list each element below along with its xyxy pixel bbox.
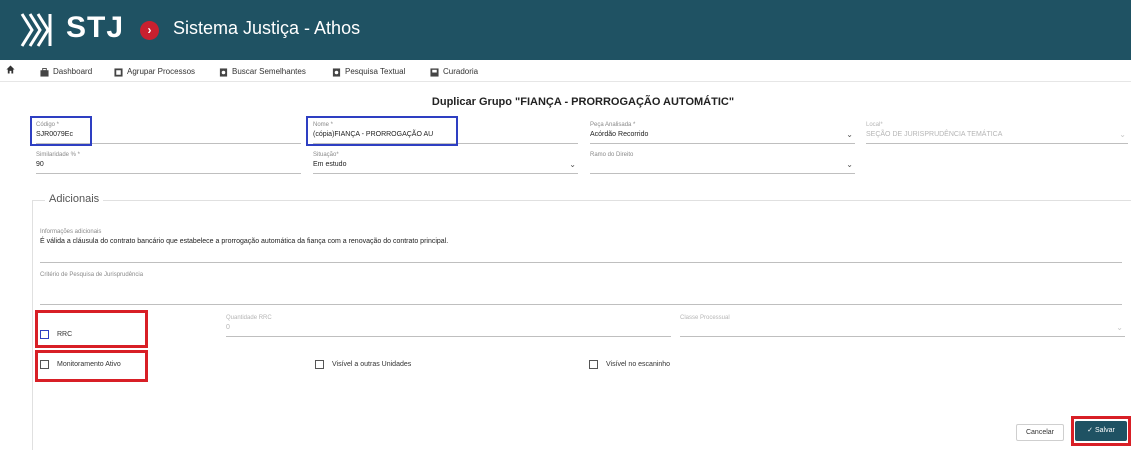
highlight-codigo <box>30 116 92 146</box>
chevron-down-icon: ⌄ <box>1116 323 1123 332</box>
criterio-pesquisa-field[interactable]: Critério de Pesquisa de Jurisprudência <box>40 272 1122 305</box>
document-search-icon <box>219 67 228 77</box>
logo-text: STJ <box>66 11 125 44</box>
check-icon: ✓ <box>1087 427 1094 434</box>
visivel-unidades-label: Visível a outras Unidades <box>332 361 412 368</box>
peca-label: Peça Analisada * <box>590 122 636 128</box>
informacoes-label: Informações adicionais <box>40 229 102 235</box>
nav-item-curadoria[interactable]: Curadoria <box>430 65 478 79</box>
nav-label: Curadoria <box>443 67 479 76</box>
visivel-escaninho-label: Visível no escaninho <box>606 361 671 368</box>
nav-item-agrupar-processos[interactable]: Agrupar Processos <box>114 65 195 79</box>
highlight-monitoramento <box>35 350 148 382</box>
chevron-down-icon: ⌄ <box>846 160 853 169</box>
informacoes-adicionais-field[interactable]: Informações adicionais É válida a cláusu… <box>40 229 1122 263</box>
nav-label: Buscar Semelhantes <box>232 67 306 76</box>
app-title: Sistema Justiça - Athos <box>173 18 361 38</box>
similaridade-label: Similaridade % * <box>36 152 81 158</box>
stj-logo[interactable]: STJ <box>20 10 140 50</box>
visivel-outras-unidades-checkbox[interactable]: Visível a outras Unidades <box>315 360 411 369</box>
quantidade-label: Quantidade RRC <box>226 315 272 321</box>
local-value: SEÇÃO DE JURISPRUDÊNCIA TEMÁTICA <box>866 131 1003 138</box>
similaridade-value: 90 <box>36 161 44 168</box>
nav-item-pesquisa-textual[interactable]: Pesquisa Textual <box>332 65 405 79</box>
nav-item-dashboard[interactable]: Dashboard <box>40 65 92 79</box>
stj-logo-mark <box>20 13 52 47</box>
informacoes-value: É válida a cláusula do contrato bancário… <box>40 238 449 245</box>
local-select: Local* SEÇÃO DE JURISPRUDÊNCIA TEMÁTICA … <box>866 122 1128 144</box>
save-label: Salvar <box>1094 427 1115 434</box>
situacao-label: Situação* <box>313 152 339 158</box>
nav-label: Dashboard <box>53 67 93 76</box>
ramo-direito-select[interactable]: Ramo do Direito ⌄ <box>590 152 855 174</box>
highlight-rrc <box>35 310 148 348</box>
checkbox-box[interactable] <box>589 360 598 369</box>
adicionais-legend: Adicionais <box>45 193 104 205</box>
highlight-nome <box>306 116 458 146</box>
peca-value: Acórdão Recorrido <box>590 131 649 138</box>
folder-icon <box>430 67 439 77</box>
situacao-value: Em estudo <box>313 161 347 168</box>
criterio-label: Critério de Pesquisa de Jurisprudência <box>40 272 144 278</box>
classe-label: Classe Processual <box>680 315 730 321</box>
main-nav: Dashboard Agrupar Processos Buscar Semel… <box>0 60 1131 82</box>
peca-analisada-select[interactable]: Peça Analisada * Acórdão Recorrido ⌄ <box>590 122 855 144</box>
similaridade-field[interactable]: Similaridade % * 90 <box>36 152 301 174</box>
quantidade-value: 0 <box>226 324 230 331</box>
chevron-right-icon[interactable]: › <box>140 21 159 40</box>
local-label: Local* <box>866 122 883 128</box>
nav-label: Pesquisa Textual <box>345 67 406 76</box>
visivel-escaninho-checkbox[interactable]: Visível no escaninho <box>589 360 670 369</box>
cancel-button[interactable]: Cancelar <box>1016 424 1064 441</box>
chevron-down-icon: ⌄ <box>1119 130 1126 139</box>
classe-processual-select: Classe Processual ⌄ <box>680 315 1125 337</box>
group-icon <box>114 67 123 77</box>
nav-item-buscar-semelhantes[interactable]: Buscar Semelhantes <box>219 65 306 79</box>
save-button[interactable]: ✓ Salvar <box>1075 421 1127 441</box>
form-title: Duplicar Grupo "FIANÇA - PRORROGAÇÃO AUT… <box>431 96 735 108</box>
nav-label: Agrupar Processos <box>127 67 196 76</box>
checkbox-box[interactable] <box>315 360 324 369</box>
app-header: STJ › Sistema Justiça - Athos <box>0 0 1131 60</box>
ramo-label: Ramo do Direito <box>590 152 634 158</box>
chevron-down-icon: ⌄ <box>569 160 576 169</box>
briefcase-icon <box>40 67 49 77</box>
document-search-icon <box>332 67 341 77</box>
home-icon[interactable] <box>6 65 15 74</box>
situacao-select[interactable]: Situação* Em estudo ⌄ <box>313 152 578 174</box>
chevron-down-icon: ⌄ <box>846 130 853 139</box>
quantidade-rrc-field: Quantidade RRC 0 <box>226 315 671 337</box>
